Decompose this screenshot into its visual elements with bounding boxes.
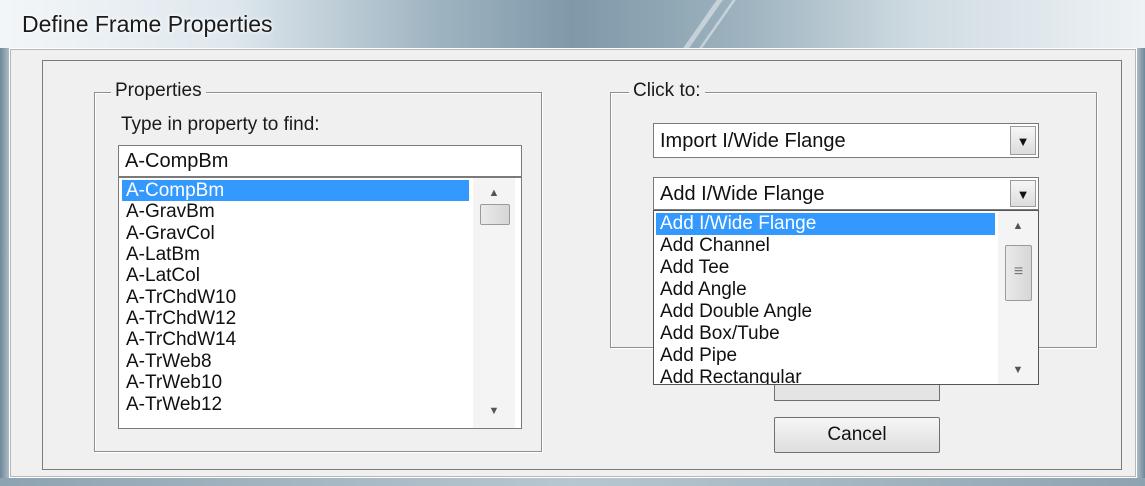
list-item[interactable]: A-TrChdW12 xyxy=(122,308,236,329)
dropdown-option[interactable]: Add Angle xyxy=(656,279,747,301)
chevron-down-icon[interactable]: ▼ xyxy=(1010,126,1036,155)
scroll-up-icon[interactable]: ▲ xyxy=(998,217,1038,235)
list-item[interactable]: A-LatBm xyxy=(122,244,200,265)
dialog-content-panel: Properties Type in property to find: A-C… xyxy=(42,60,1122,470)
list-item[interactable]: A-TrWeb12 xyxy=(122,394,222,415)
add-section-combo[interactable]: Add I/Wide Flange ▼ xyxy=(653,177,1039,210)
title-bar[interactable]: Define Frame Properties xyxy=(0,0,1145,48)
ok-button-partial[interactable] xyxy=(774,383,940,401)
grip-icon[interactable]: ≡ xyxy=(1005,245,1032,301)
list-item[interactable]: A-TrChdW10 xyxy=(122,287,236,308)
add-combo-value: Add I/Wide Flange xyxy=(660,183,825,205)
window-frame-right xyxy=(1137,48,1145,486)
list-item[interactable]: A-GravBm xyxy=(122,201,215,222)
scroll-down-icon[interactable]: ▼ xyxy=(473,402,515,420)
properties-list[interactable]: A-CompBm A-GravBm A-GravCol A-LatBm A-La… xyxy=(118,177,522,429)
dropdown-scrollbar[interactable]: ▲ ≡ ▼ xyxy=(998,211,1038,384)
dropdown-option[interactable]: Add Tee xyxy=(656,257,729,279)
add-section-dropdown-list[interactable]: Add I/Wide Flange Add Channel Add Tee Ad… xyxy=(653,210,1039,385)
dropdown-option[interactable]: Add Channel xyxy=(656,235,770,257)
dropdown-option[interactable]: Add Double Angle xyxy=(656,301,812,323)
scroll-thumb[interactable] xyxy=(480,204,510,225)
scroll-down-icon[interactable]: ▼ xyxy=(998,361,1038,379)
click-to-group-label: Click to: xyxy=(629,80,705,102)
dialog-client-area: Properties Type in property to find: A-C… xyxy=(10,49,1136,477)
window-frame-bottom xyxy=(0,478,1145,486)
dropdown-option[interactable]: Add Pipe xyxy=(656,345,737,367)
window-title: Define Frame Properties xyxy=(22,11,273,37)
dropdown-option[interactable]: Add I/Wide Flange xyxy=(656,213,995,235)
find-property-input[interactable]: A-CompBm xyxy=(118,145,522,177)
properties-group: Properties Type in property to find: A-C… xyxy=(94,80,542,452)
define-frame-properties-dialog: Define Frame Properties Properties Type … xyxy=(0,0,1145,486)
list-item[interactable]: A-GravCol xyxy=(122,223,215,244)
chevron-down-icon[interactable]: ▼ xyxy=(1010,180,1036,207)
scroll-up-icon[interactable]: ▲ xyxy=(473,184,515,202)
dropdown-option[interactable]: Add Rectangular xyxy=(656,367,802,384)
list-item[interactable]: A-LatCol xyxy=(122,265,200,286)
find-property-label: Type in property to find: xyxy=(121,114,320,135)
import-section-combo[interactable]: Import I/Wide Flange ▼ xyxy=(653,123,1039,158)
window-frame-left xyxy=(0,48,9,486)
properties-list-scrollbar[interactable]: ▲ ▼ xyxy=(473,178,515,428)
dropdown-option[interactable]: Add Box/Tube xyxy=(656,323,780,345)
import-combo-value: Import I/Wide Flange xyxy=(660,130,846,152)
cancel-button[interactable]: Cancel xyxy=(774,417,940,453)
list-item[interactable]: A-TrWeb10 xyxy=(122,372,222,393)
properties-group-label: Properties xyxy=(111,80,206,102)
list-item[interactable]: A-TrWeb8 xyxy=(122,351,212,372)
list-item[interactable]: A-CompBm xyxy=(122,180,469,201)
list-item[interactable]: A-TrChdW14 xyxy=(122,329,236,350)
